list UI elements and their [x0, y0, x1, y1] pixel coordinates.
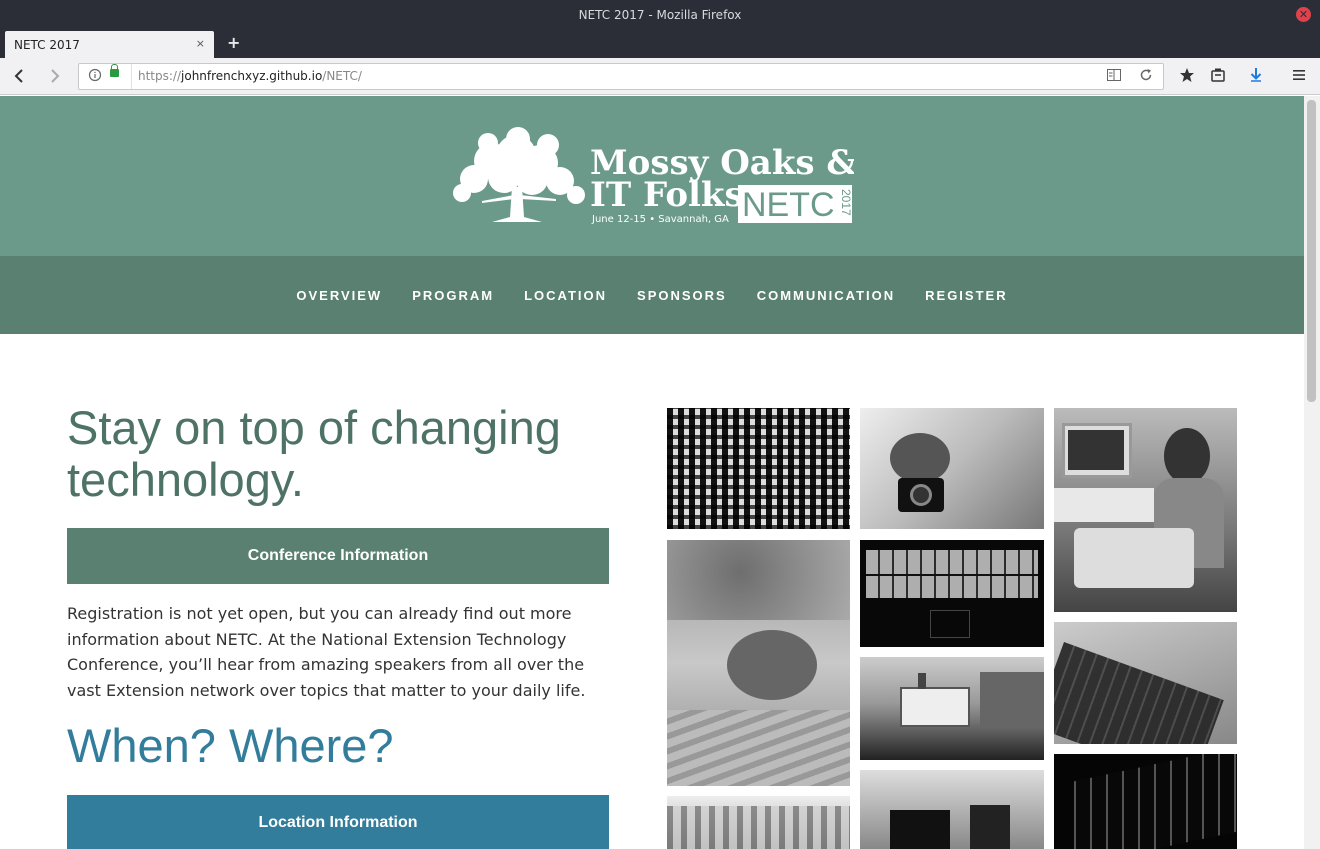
- tab-close-icon[interactable]: ×: [196, 37, 205, 50]
- reload-icon[interactable]: [1139, 68, 1153, 86]
- back-icon[interactable]: [12, 66, 26, 91]
- window-titlebar: NETC 2017 - Mozilla Firefox ✕: [0, 0, 1320, 29]
- menu-icon[interactable]: [1291, 67, 1307, 87]
- nav-location[interactable]: LOCATION: [524, 288, 607, 303]
- info-icon[interactable]: [88, 68, 102, 85]
- nav-communication[interactable]: COMMUNICATION: [757, 288, 895, 303]
- photo-server-racks: [1054, 754, 1237, 849]
- photo-keyboard: [1054, 622, 1237, 744]
- page-headline: Stay on top of changing technology.: [67, 401, 561, 506]
- photo-riverboat: [860, 657, 1044, 760]
- nav-program[interactable]: PROGRAM: [412, 288, 494, 303]
- library-icon[interactable]: [1210, 67, 1226, 87]
- new-tab-button[interactable]: +: [227, 33, 240, 52]
- tab-netc[interactable]: NETC 2017 ×: [5, 31, 214, 58]
- scrollbar-thumb[interactable]: [1307, 100, 1316, 402]
- location-info-button[interactable]: Location Information: [67, 795, 609, 849]
- close-window-icon[interactable]: ✕: [1296, 7, 1311, 22]
- forward-icon[interactable]: [48, 66, 62, 91]
- photo-building-facade: [667, 408, 850, 529]
- conference-info-button[interactable]: Conference Information: [67, 528, 609, 584]
- logo-brand: NETC: [742, 186, 835, 224]
- photo-dark-screens: [860, 540, 1044, 647]
- url-text[interactable]: https://johnfrenchxyz.github.io/NETC/: [138, 69, 362, 83]
- photo-woman-computer: [1054, 408, 1237, 612]
- photo-photographer: [860, 408, 1044, 529]
- intro-paragraph: Registration is not yet open, but you ca…: [67, 604, 586, 700]
- url-bar[interactable]: https://johnfrenchxyz.github.io/NETC/: [78, 63, 1164, 90]
- lock-icon: [110, 64, 119, 77]
- nav-overview[interactable]: OVERVIEW: [296, 288, 382, 303]
- site-header: Mossy Oaks & IT Folks NETC 2017 June 12-…: [0, 96, 1304, 256]
- bookmark-star-icon[interactable]: [1179, 67, 1195, 87]
- download-icon[interactable]: [1248, 67, 1264, 87]
- logo-date-place: June 12-15 • Savannah, GA: [591, 214, 729, 225]
- tab-label: NETC 2017: [14, 37, 80, 52]
- when-where-heading: When? Where?: [67, 719, 394, 772]
- nav-sponsors[interactable]: SPONSORS: [637, 288, 727, 303]
- nav-register[interactable]: REGISTER: [925, 288, 1007, 303]
- tab-strip: NETC 2017 × +: [0, 29, 1320, 58]
- photo-chalk-art: [667, 540, 850, 786]
- logo-year: 2017: [839, 189, 853, 216]
- logo-wordmark: Mossy Oaks & IT Folks NETC 2017 June 12-…: [590, 143, 854, 225]
- url-divider: [131, 64, 132, 89]
- site-logo[interactable]: Mossy Oaks & IT Folks NETC 2017 June 12-…: [452, 127, 854, 225]
- photo-office-shelves: [667, 796, 850, 849]
- logo-line2: IT Folks: [590, 175, 744, 215]
- reader-view-icon[interactable]: [1107, 69, 1121, 85]
- photo-desk-monitor: [860, 770, 1044, 849]
- main-nav: OVERVIEW PROGRAM LOCATION SPONSORS COMMU…: [0, 256, 1304, 334]
- navigation-toolbar: https://johnfrenchxyz.github.io/NETC/: [0, 58, 1320, 95]
- window-title: NETC 2017 - Mozilla Firefox: [578, 7, 742, 22]
- page-viewport: Mossy Oaks & IT Folks NETC 2017 June 12-…: [0, 96, 1304, 849]
